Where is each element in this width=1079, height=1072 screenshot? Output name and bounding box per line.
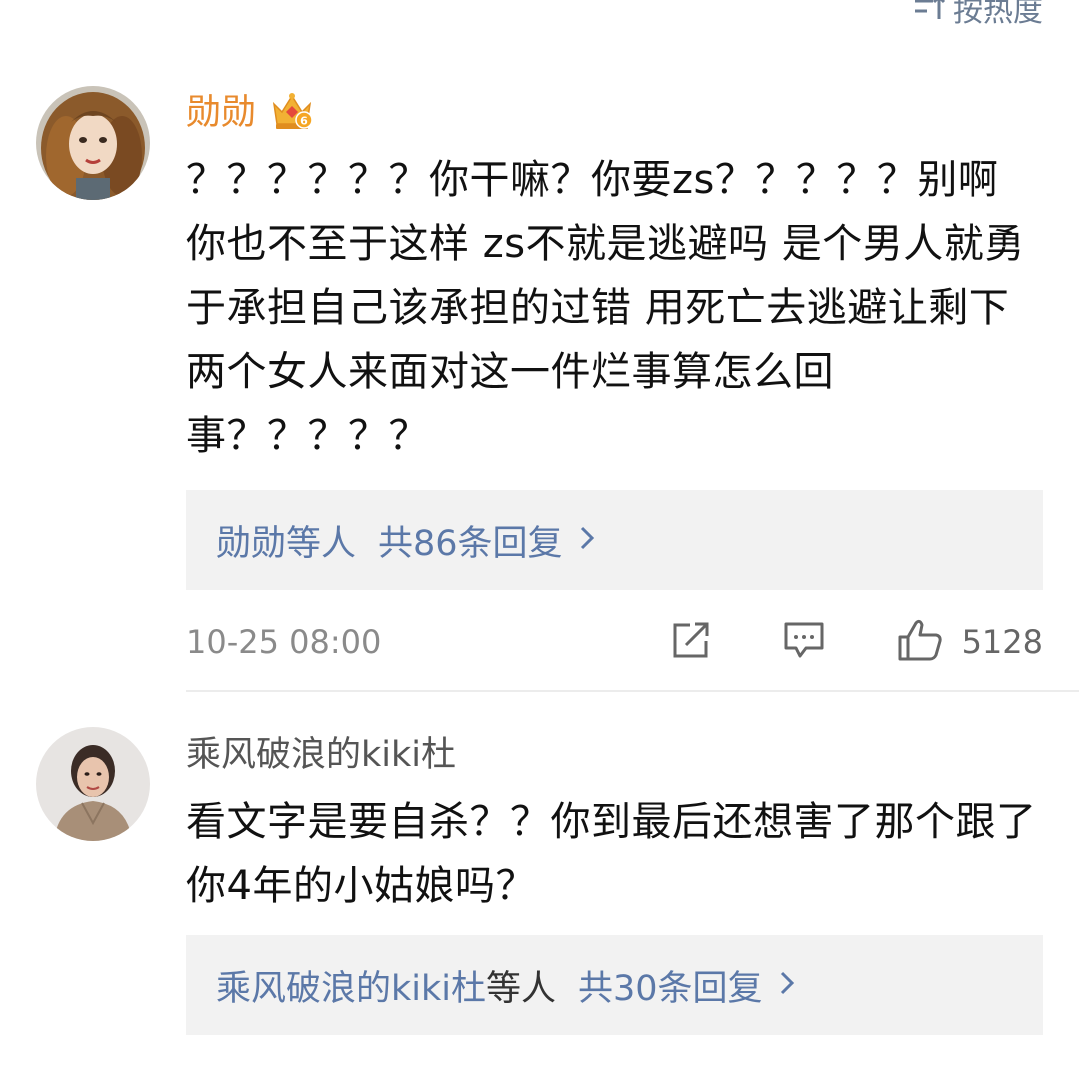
share-button[interactable] xyxy=(670,620,712,664)
vip-level: 6 xyxy=(300,115,308,128)
replies-users: 勋勋等人 xyxy=(216,523,357,564)
replies-count: 共30条回复 xyxy=(578,968,763,1009)
comment-time: 10-25 08:00 xyxy=(186,623,382,661)
username[interactable]: 勋勋 xyxy=(186,91,256,135)
chevron-right-icon xyxy=(779,965,795,1005)
like-button[interactable]: 5128 xyxy=(896,617,1043,667)
sort-label: 按热度 xyxy=(953,0,1043,29)
comment-text: ？？？？？？你干嘛？你要zs？？？？？别啊 你也不至于这样 zs不就是逃避吗 是… xyxy=(186,157,1025,459)
share-icon xyxy=(670,620,712,664)
comment-icon xyxy=(782,620,826,664)
thumbs-up-icon xyxy=(896,617,944,667)
avatar[interactable] xyxy=(36,727,150,841)
sort-icon xyxy=(913,0,947,23)
replies-count: 共86条回复 xyxy=(378,523,563,564)
avatar[interactable] xyxy=(36,86,150,200)
replies-users: 乘风破浪的kiki杜等人 xyxy=(216,968,557,1009)
chevron-right-icon xyxy=(579,520,595,560)
sort-toggle[interactable]: 按热度 xyxy=(913,0,1043,29)
comment-button[interactable] xyxy=(782,620,826,664)
replies-summary[interactable]: 乘风破浪的kiki杜等人 共30条回复 xyxy=(186,935,1043,1035)
divider xyxy=(186,690,1079,692)
username[interactable]: 乘风破浪的kiki杜 xyxy=(186,733,456,777)
like-count: 5128 xyxy=(961,623,1043,661)
comment-text: 看文字是要自杀？？你到最后还想害了那个跟了你4年的小姑娘吗？ xyxy=(186,799,1037,909)
vip-crown-icon: 6 xyxy=(270,90,314,136)
replies-summary[interactable]: 勋勋等人 共86条回复 xyxy=(186,490,1043,590)
